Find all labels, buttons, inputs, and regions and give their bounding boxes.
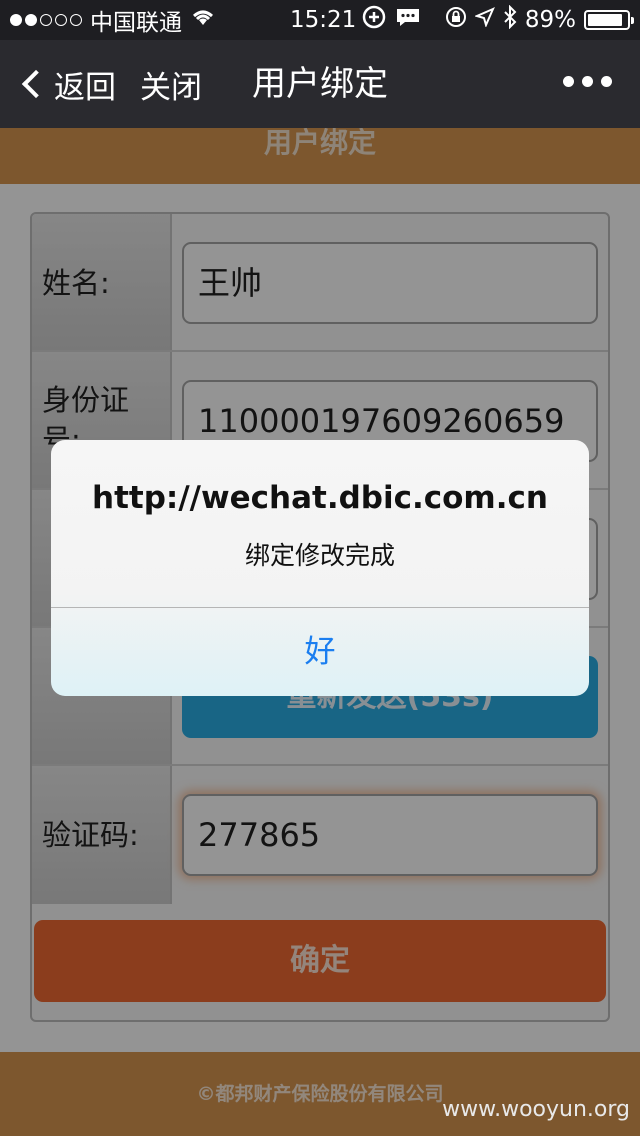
battery-percent: 89% bbox=[524, 7, 576, 33]
chevron-left-icon bbox=[21, 69, 51, 99]
clock: 15:21 bbox=[290, 7, 357, 33]
nav-bar: 返回 关闭 用户绑定 bbox=[0, 40, 640, 128]
more-options-button[interactable] bbox=[563, 76, 612, 87]
alert-ok-button[interactable]: 好 bbox=[51, 608, 589, 696]
carrier-label: 中国联通 bbox=[90, 10, 182, 36]
back-button[interactable]: 返回 bbox=[18, 62, 116, 107]
alert-dialog: http://wechat.dbic.com.cn 绑定修改完成 好 bbox=[51, 440, 589, 696]
battery-icon bbox=[584, 10, 634, 30]
watermark: www.wooyun.org bbox=[442, 1097, 630, 1122]
location-icon bbox=[473, 7, 495, 33]
more-icon bbox=[563, 76, 574, 87]
status-bar: 中国联通 15:21 89% bbox=[0, 0, 640, 40]
wifi-icon bbox=[190, 7, 216, 33]
add-icon bbox=[362, 5, 388, 35]
alert-message: 绑定修改完成 bbox=[244, 541, 395, 570]
bluetooth-icon bbox=[503, 4, 517, 35]
nav-title: 用户绑定 bbox=[252, 64, 388, 104]
back-label: 返回 bbox=[54, 69, 116, 106]
close-button[interactable]: 关闭 bbox=[140, 62, 202, 107]
rotation-lock-icon bbox=[445, 6, 467, 34]
signal-strength-icon bbox=[10, 14, 82, 26]
alert-title: http://wechat.dbic.com.cn bbox=[92, 480, 548, 516]
chat-icon bbox=[394, 5, 422, 35]
